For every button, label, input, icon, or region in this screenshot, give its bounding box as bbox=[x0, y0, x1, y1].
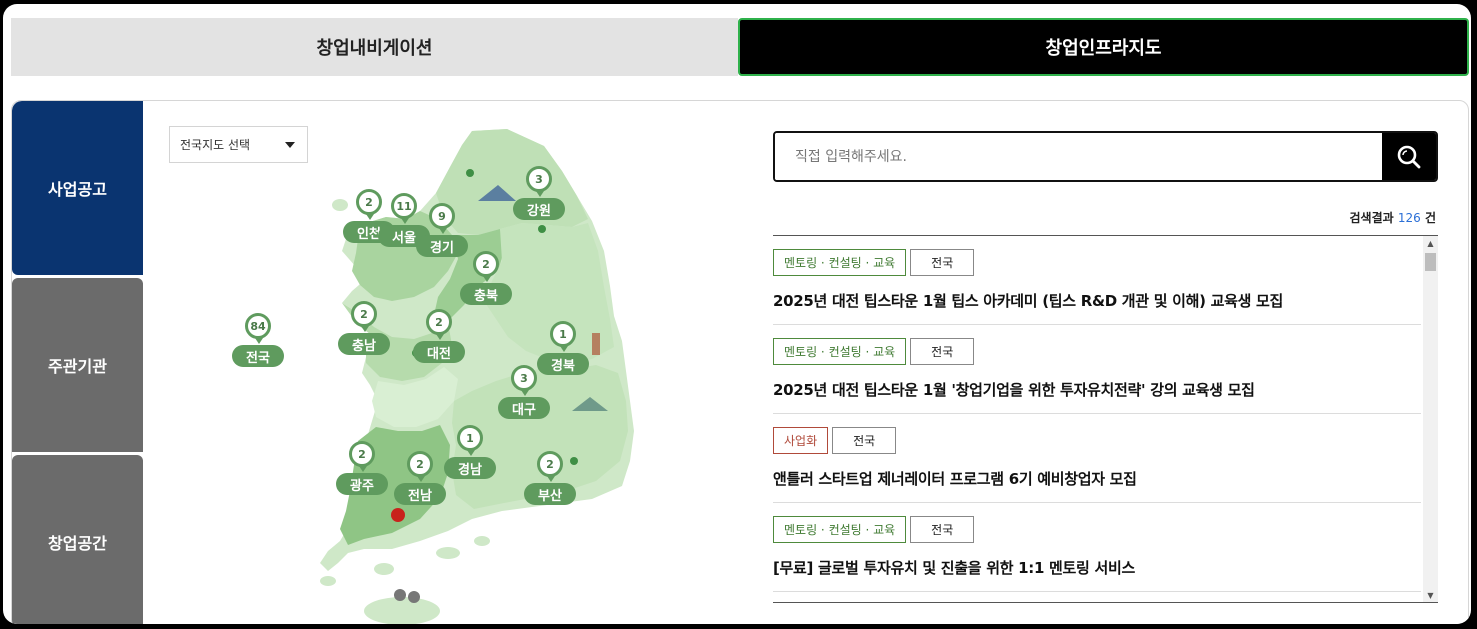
region-count-badge[interactable]: 2 bbox=[426, 309, 452, 340]
region-label[interactable]: 강원 bbox=[513, 198, 565, 220]
region-count-badge[interactable]: 1 bbox=[457, 425, 483, 456]
region-label[interactable]: 경북 bbox=[537, 353, 589, 375]
result-count-suffix: 건 bbox=[1424, 211, 1436, 225]
region-tag: 전국 bbox=[910, 516, 975, 543]
region-count-badge[interactable]: 9 bbox=[429, 203, 455, 234]
region-count-badge[interactable]: 1 bbox=[550, 321, 576, 352]
region-count-badge[interactable]: 3 bbox=[526, 166, 552, 197]
list-scrollbar[interactable]: ▲ ▼ bbox=[1423, 236, 1438, 602]
tab-startup-navigation[interactable]: 창업내비게이션 bbox=[11, 18, 738, 76]
region-count-badge[interactable]: 2 bbox=[537, 451, 563, 482]
result-list: 멘토링 · 컨설팅 · 교육 전국 2025년 대전 팁스타운 1월 팁스 아카… bbox=[773, 235, 1438, 603]
region-label[interactable]: 충북 bbox=[460, 283, 512, 305]
region-label[interactable]: 대전 bbox=[413, 341, 465, 363]
list-item[interactable]: 사업화 전국 앤틀러 스타트업 제너레이터 프로그램 6기 예비창업자 모집 bbox=[773, 414, 1421, 503]
result-list-items: 멘토링 · 컨설팅 · 교육 전국 2025년 대전 팁스타운 1월 팁스 아카… bbox=[773, 236, 1421, 592]
region-label[interactable]: 경남 bbox=[444, 457, 496, 479]
result-count-prefix: 검색결과 bbox=[1349, 211, 1394, 225]
item-title[interactable]: 앤틀러 스타트업 제너레이터 프로그램 6기 예비창업자 모집 bbox=[773, 468, 1421, 489]
chevron-down-icon bbox=[285, 142, 295, 148]
side-nav-organizations[interactable]: 주관기관 bbox=[12, 278, 143, 452]
region-select[interactable]: 전국지도 선택 bbox=[169, 126, 308, 163]
item-title[interactable]: [무료] 글로벌 투자유치 및 진출을 위한 1:1 멘토링 서비스 bbox=[773, 557, 1421, 578]
top-tabs: 창업내비게이션 창업인프라지도 bbox=[11, 18, 1469, 76]
list-item[interactable]: 멘토링 · 컨설팅 · 교육 전국 2025년 대전 팁스타운 1월 팁스 아카… bbox=[773, 236, 1421, 325]
region-label[interactable]: 전국 bbox=[232, 345, 284, 367]
region-count-badge[interactable]: 84 bbox=[245, 313, 271, 344]
tree-icon bbox=[466, 169, 474, 177]
statue-icon bbox=[408, 591, 420, 603]
search-box bbox=[773, 131, 1438, 182]
region-label[interactable]: 부산 bbox=[524, 483, 576, 505]
list-item[interactable]: 멘토링 · 컨설팅 · 교육 전국 2025년 대전 팁스타운 1월 '창업기업… bbox=[773, 325, 1421, 414]
result-count: 검색결과 126 건 bbox=[1350, 209, 1437, 226]
search-input[interactable] bbox=[775, 133, 1382, 180]
side-nav-startup-space[interactable]: 창업공간 bbox=[12, 455, 143, 624]
region-count-badge[interactable]: 2 bbox=[473, 251, 499, 282]
map-island bbox=[320, 576, 336, 586]
region-label[interactable]: 경기 bbox=[416, 235, 468, 257]
scroll-up-icon[interactable]: ▲ bbox=[1423, 236, 1438, 250]
item-tags: 멘토링 · 컨설팅 · 교육 전국 bbox=[773, 338, 1421, 365]
page-frame: 창업내비게이션 창업인프라지도 사업공고 주관기관 창업공간 3 강원 2 인천… bbox=[3, 4, 1471, 624]
map-island bbox=[332, 199, 348, 211]
list-item[interactable]: 멘토링 · 컨설팅 · 교육 전국 [무료] 글로벌 투자유치 및 진출을 위한… bbox=[773, 503, 1421, 592]
region-label[interactable]: 대구 bbox=[498, 397, 550, 419]
region-tag: 전국 bbox=[910, 338, 975, 365]
tab-startup-infra-map[interactable]: 창업인프라지도 bbox=[738, 18, 1469, 76]
map-region-gangwon bbox=[436, 129, 588, 235]
item-tags: 멘토링 · 컨설팅 · 교육 전국 bbox=[773, 516, 1421, 543]
region-count-badge[interactable]: 2 bbox=[349, 441, 375, 472]
content-panel: 사업공고 주관기관 창업공간 3 강원 2 인천 11 서울 9 경기 2 충북… bbox=[11, 100, 1469, 624]
region-count-badge[interactable]: 3 bbox=[511, 365, 537, 396]
item-tags: 멘토링 · 컨설팅 · 교육 전국 bbox=[773, 249, 1421, 276]
region-select-value: 전국지도 선택 bbox=[180, 138, 251, 152]
map-island bbox=[374, 563, 394, 575]
scroll-thumb[interactable] bbox=[1425, 253, 1436, 271]
statue-icon bbox=[394, 589, 406, 601]
category-tag: 멘토링 · 컨설팅 · 교육 bbox=[773, 249, 907, 276]
result-count-number: 126 bbox=[1397, 211, 1421, 225]
map-island bbox=[436, 547, 460, 559]
item-title[interactable]: 2025년 대전 팁스타운 1월 팁스 아카데미 (팁스 R&D 개관 및 이해… bbox=[773, 290, 1421, 311]
region-count-badge[interactable]: 2 bbox=[351, 301, 377, 332]
region-count-badge[interactable]: 11 bbox=[391, 193, 417, 224]
map-island bbox=[364, 597, 440, 624]
region-count-badge[interactable]: 2 bbox=[407, 451, 433, 482]
item-title[interactable]: 2025년 대전 팁스타운 1월 '창업기업을 위한 투자유치전략' 강의 교육… bbox=[773, 379, 1421, 400]
region-count-badge[interactable]: 2 bbox=[356, 189, 382, 220]
search-icon bbox=[1397, 145, 1421, 168]
korea-map: 3 강원 2 인천 11 서울 9 경기 2 충북 2 충남 2 대전 1 경북… bbox=[152, 101, 752, 624]
tower-icon bbox=[592, 333, 600, 355]
region-label[interactable]: 전남 bbox=[394, 483, 446, 505]
category-tag: 멘토링 · 컨설팅 · 교육 bbox=[773, 338, 907, 365]
side-nav-business-notice[interactable]: 사업공고 bbox=[12, 101, 143, 275]
map-island bbox=[474, 536, 490, 546]
landmark-icon bbox=[391, 508, 405, 522]
side-nav: 사업공고 주관기관 창업공간 bbox=[12, 101, 143, 624]
region-tag: 전국 bbox=[832, 427, 897, 454]
region-label[interactable]: 광주 bbox=[336, 473, 388, 495]
item-tags: 사업화 전국 bbox=[773, 427, 1421, 454]
category-tag: 사업화 bbox=[773, 427, 829, 454]
tree-icon bbox=[538, 225, 546, 233]
region-tag: 전국 bbox=[910, 249, 975, 276]
tree-icon bbox=[570, 457, 578, 465]
region-label[interactable]: 충남 bbox=[338, 333, 390, 355]
category-tag: 멘토링 · 컨설팅 · 교육 bbox=[773, 516, 907, 543]
scroll-down-icon[interactable]: ▼ bbox=[1423, 588, 1438, 602]
search-button[interactable] bbox=[1382, 133, 1436, 180]
